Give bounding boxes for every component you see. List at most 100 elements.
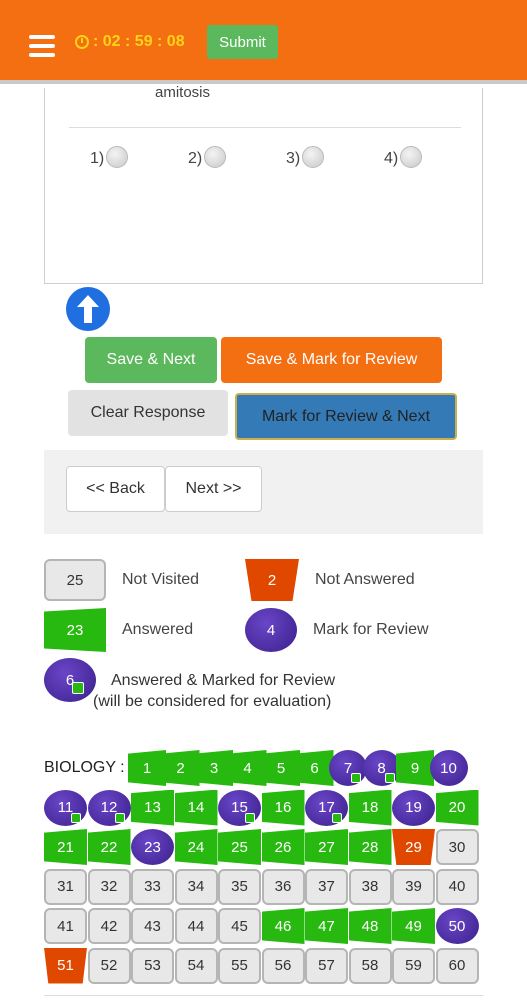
question-44-button[interactable]: 44 — [174, 908, 218, 944]
question-number: 18 — [361, 799, 379, 816]
question-9-button[interactable]: 9 — [396, 750, 434, 786]
question-33-button[interactable]: 33 — [131, 868, 174, 905]
check-icon — [384, 773, 395, 783]
next-button[interactable]: Next >> — [165, 466, 262, 512]
question-39-button[interactable]: 39 — [392, 868, 435, 905]
answered-marked-badge: 6 — [44, 658, 96, 702]
question-46-button[interactable]: 46 — [261, 908, 305, 944]
question-42-button[interactable]: 42 — [87, 908, 131, 944]
option-radio[interactable] — [204, 146, 227, 168]
question-number: 44 — [187, 917, 205, 935]
question-27-button[interactable]: 27 — [305, 829, 348, 865]
question-43-button[interactable]: 43 — [131, 908, 174, 944]
question-panel: amitosis 1) 2) 3) 4) — [44, 84, 483, 284]
question-19-button[interactable]: 19 — [392, 789, 435, 826]
option-radio[interactable] — [106, 146, 129, 168]
question-37-button[interactable]: 37 — [305, 868, 348, 905]
question-10-button[interactable]: 10 — [429, 750, 468, 786]
question-36-button[interactable]: 36 — [261, 868, 305, 905]
question-53-button[interactable]: 53 — [131, 947, 174, 984]
back-button[interactable]: << Back — [66, 466, 165, 512]
question-12-button[interactable]: 12 — [87, 789, 131, 826]
question-8-button[interactable]: 8 — [362, 750, 401, 786]
question-5-button[interactable]: 5 — [262, 750, 300, 786]
question-38-button[interactable]: 38 — [348, 868, 392, 905]
question-18-button[interactable]: 18 — [348, 789, 392, 826]
navigation-bar: << Back Next >> — [44, 450, 483, 534]
question-21-button[interactable]: 21 — [44, 829, 87, 865]
legend-label: Answered — [122, 621, 194, 638]
option-4[interactable]: 4) — [384, 146, 423, 168]
question-16-button[interactable]: 16 — [261, 789, 305, 826]
question-56-button[interactable]: 56 — [261, 947, 305, 984]
question-58-button[interactable]: 58 — [348, 947, 392, 984]
question-number: 14 — [187, 799, 205, 816]
submit-button[interactable]: Submit — [207, 25, 278, 59]
question-number: 29 — [405, 838, 422, 856]
question-15-button[interactable]: 15 — [218, 789, 261, 826]
question-7-button[interactable]: 7 — [329, 750, 367, 786]
question-57-button[interactable]: 57 — [305, 947, 348, 984]
mark-review-next-button[interactable]: Mark for Review & Next — [235, 393, 457, 440]
question-22-button[interactable]: 22 — [87, 829, 131, 865]
question-59-button[interactable]: 59 — [392, 947, 435, 984]
question-3-button[interactable]: 3 — [195, 750, 233, 786]
question-50-button[interactable]: 50 — [435, 908, 479, 944]
clear-response-button[interactable]: Clear Response — [68, 390, 228, 436]
question-34-button[interactable]: 34 — [174, 868, 218, 905]
question-31-button[interactable]: 31 — [44, 868, 87, 905]
option-radio[interactable] — [400, 146, 423, 168]
question-number: 53 — [144, 957, 161, 974]
question-17-button[interactable]: 17 — [305, 789, 348, 826]
question-47-button[interactable]: 47 — [305, 908, 348, 944]
option-2[interactable]: 2) — [188, 146, 227, 168]
question-32-button[interactable]: 32 — [87, 868, 131, 905]
legend-label: Answered & Marked for Review — [111, 672, 336, 689]
question-20-button[interactable]: 20 — [435, 789, 479, 826]
question-number: 3 — [209, 759, 219, 777]
question-number: 23 — [144, 838, 161, 856]
question-51-button[interactable]: 51 — [44, 947, 87, 984]
question-number: 54 — [187, 957, 205, 974]
legend-label: Mark for Review — [313, 621, 429, 638]
question-13-button[interactable]: 13 — [131, 789, 174, 826]
legend-not-visited: 25 Not Visited — [44, 559, 199, 601]
option-3[interactable]: 3) — [286, 146, 325, 168]
option-radio[interactable] — [302, 146, 325, 168]
question-number: 40 — [448, 878, 466, 895]
legend-answered-marked: 6 — [44, 658, 96, 702]
question-number: 42 — [100, 917, 118, 935]
question-54-button[interactable]: 54 — [174, 947, 218, 984]
question-4-button[interactable]: 4 — [228, 750, 267, 786]
question-25-button[interactable]: 25 — [218, 829, 261, 865]
marked-badge: 4 — [245, 608, 297, 652]
question-45-button[interactable]: 45 — [218, 908, 261, 944]
menu-icon[interactable] — [29, 35, 55, 57]
question-23-button[interactable]: 23 — [131, 829, 174, 865]
option-label: 2) — [188, 150, 203, 167]
option-1[interactable]: 1) — [90, 146, 129, 168]
question-6-button[interactable]: 6 — [295, 750, 334, 786]
question-11-button[interactable]: 11 — [44, 789, 87, 826]
question-28-button[interactable]: 28 — [348, 829, 392, 865]
question-41-button[interactable]: 41 — [44, 908, 87, 944]
question-1-button[interactable]: 1 — [128, 750, 166, 786]
question-2-button[interactable]: 2 — [161, 750, 200, 786]
question-35-button[interactable]: 35 — [218, 868, 261, 905]
question-55-button[interactable]: 55 — [218, 947, 261, 984]
question-30-button[interactable]: 30 — [435, 829, 479, 865]
question-40-button[interactable]: 40 — [435, 868, 479, 905]
question-26-button[interactable]: 26 — [261, 829, 305, 865]
scroll-up-icon[interactable] — [66, 287, 110, 331]
answered-marked-description: Answered & Marked for Review (will be co… — [93, 670, 335, 712]
check-icon — [72, 682, 84, 694]
save-next-button[interactable]: Save & Next — [85, 337, 217, 383]
question-60-button[interactable]: 60 — [435, 947, 479, 984]
question-49-button[interactable]: 49 — [392, 908, 435, 944]
save-mark-review-button[interactable]: Save & Mark for Review — [221, 337, 442, 383]
question-24-button[interactable]: 24 — [174, 829, 218, 865]
question-29-button[interactable]: 29 — [392, 829, 435, 865]
question-52-button[interactable]: 52 — [87, 947, 131, 984]
question-48-button[interactable]: 48 — [348, 908, 392, 944]
question-14-button[interactable]: 14 — [174, 789, 218, 826]
